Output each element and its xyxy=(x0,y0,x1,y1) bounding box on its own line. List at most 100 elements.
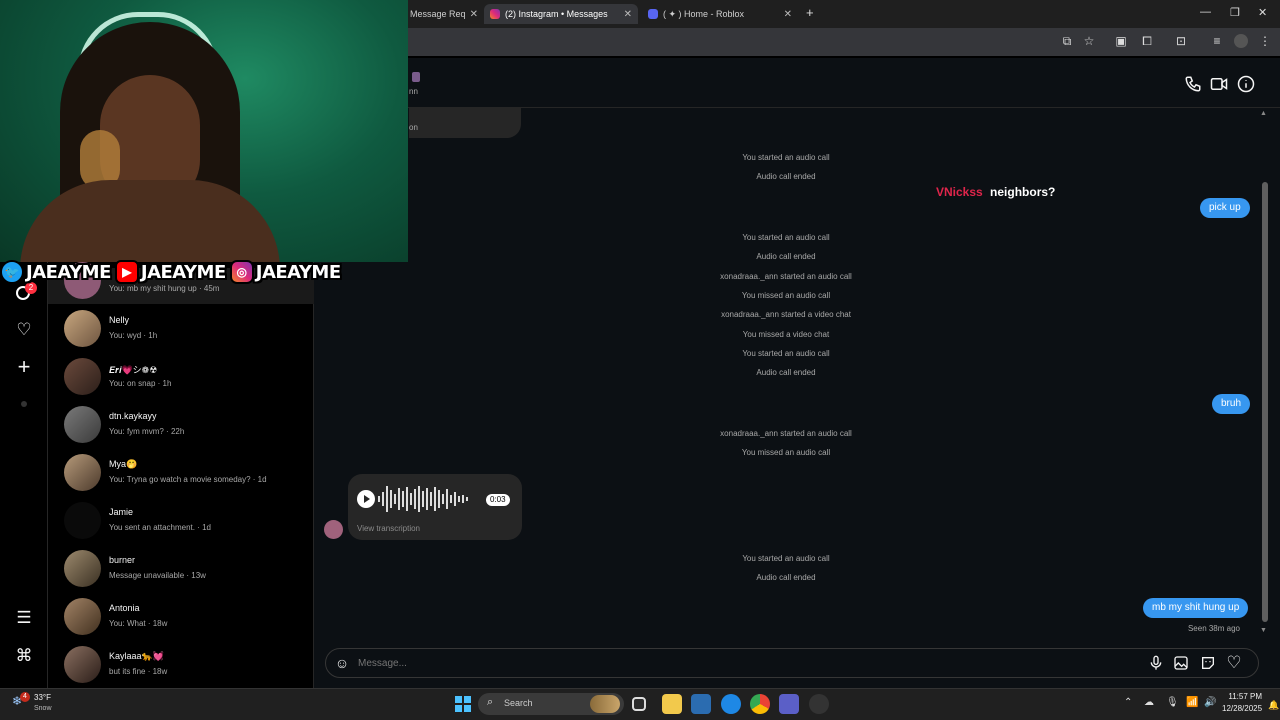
conversation-item[interactable]: Kaylaaa🐆💓 but its fine · 18w xyxy=(48,641,314,689)
heart-notifications-icon[interactable]: ♡ xyxy=(14,320,34,340)
social-tag-twitter: 🐦 JAEAYME xyxy=(0,260,111,284)
tab-roblox-home[interactable]: ( ✦ ) Home - Roblox ✕ xyxy=(642,4,798,24)
instagram-icon: ◎ xyxy=(229,260,254,284)
conversation-item[interactable]: Mya🤭 You: Tryna go watch a movie someday… xyxy=(48,449,314,497)
tab-instagram-messages[interactable]: (2) Instagram • Messages ✕ xyxy=(484,4,638,24)
conversation-item[interactable]: Nelly You: wyd · 1h xyxy=(48,305,314,353)
close-window-icon[interactable]: ✕ xyxy=(1258,6,1267,19)
tray-app-icon[interactable]: ☁ xyxy=(1144,697,1154,708)
close-tab-icon[interactable]: ✕ xyxy=(784,9,792,20)
teams-icon[interactable] xyxy=(779,694,799,714)
outlook-icon[interactable] xyxy=(721,694,741,714)
scrollbar-thumb[interactable] xyxy=(1262,182,1268,622)
thread-header-name[interactable]: nn xyxy=(409,87,418,96)
tab-message-requests[interactable]: Message Req ✕ xyxy=(404,4,484,24)
clock-date[interactable]: 12/28/2025 xyxy=(1222,704,1262,713)
system-message: Audio call ended xyxy=(756,252,816,261)
conversation-item[interactable]: Jamie You sent an attachment. · 1d xyxy=(48,497,314,545)
create-plus-icon[interactable]: + xyxy=(14,356,34,378)
conversation-preview: You: fym mvm? · 22h xyxy=(109,427,185,436)
system-message: xonadraaa._ann started an audio call xyxy=(720,429,852,438)
avatar xyxy=(64,502,101,539)
social-handles-bar: 🐦 JAEAYME ▶ JAEAYME ◎ JAEAYME xyxy=(0,258,345,286)
close-tab-icon[interactable]: ✕ xyxy=(624,9,632,20)
profile-avatar-small[interactable] xyxy=(21,401,27,407)
image-attach-icon[interactable] xyxy=(1173,655,1189,671)
roblox-favicon-icon xyxy=(648,9,658,19)
avatar xyxy=(64,358,101,395)
received-message-bubble[interactable]: on xyxy=(409,108,521,138)
wifi-icon[interactable]: 📶 xyxy=(1186,697,1198,708)
system-message: You missed an audio call xyxy=(741,448,831,457)
weather-desc[interactable]: Snow xyxy=(34,705,52,712)
conversation-name: Antonia xyxy=(109,603,140,613)
sent-message-bubble[interactable]: mb my shit hung up xyxy=(1143,598,1249,618)
file-explorer-icon[interactable] xyxy=(662,694,682,714)
system-message: Audio call ended xyxy=(756,172,816,181)
conversation-name: Mya🤭 xyxy=(109,459,138,469)
puzzle-extensions-icon[interactable]: ⧠ xyxy=(1140,34,1154,48)
conversation-item[interactable]: dtn.kaykayy You: fym mvm? · 22h xyxy=(48,401,314,449)
tab-label: (2) Instagram • Messages xyxy=(505,9,608,19)
weather-temp[interactable]: 33°F xyxy=(34,693,51,702)
conversation-preview: You: What · 18w xyxy=(109,619,168,628)
notification-center-icon[interactable]: 🔔 xyxy=(1268,700,1279,711)
extension-icon[interactable]: ▣ xyxy=(1114,34,1128,48)
video-call-icon[interactable] xyxy=(1210,75,1228,93)
conversation-name: burner xyxy=(109,555,136,565)
view-transcription-link[interactable]: View transcription xyxy=(357,524,420,533)
social-handle: JAEAYME xyxy=(140,261,226,283)
emoji-icon[interactable]: ☺ xyxy=(334,655,350,671)
tray-chevron-icon[interactable]: ⌃ xyxy=(1124,697,1132,708)
scroll-down-icon[interactable]: ▼ xyxy=(1260,627,1267,634)
scroll-up-icon[interactable]: ▲ xyxy=(1260,110,1267,117)
browser-menu-icon[interactable]: ⋮ xyxy=(1258,34,1272,48)
avatar xyxy=(64,646,101,683)
meta-apps-icon[interactable]: ⌘ xyxy=(14,646,34,666)
microphone-icon[interactable] xyxy=(1148,655,1164,671)
sent-message-bubble[interactable]: pick up xyxy=(1200,198,1250,218)
sent-message-bubble[interactable]: bruh xyxy=(1212,394,1251,414)
sticker-icon[interactable] xyxy=(1200,655,1216,671)
play-icon xyxy=(364,495,370,503)
conversation-item[interactable]: 𝑬𝒓𝒊💗シ❁☢ You: on snap · 1h xyxy=(48,353,314,401)
like-heart-icon[interactable]: ♡ xyxy=(1226,654,1242,671)
new-tab-icon[interactable]: + xyxy=(806,5,814,20)
bookmark-star-icon[interactable]: ☆ xyxy=(1082,34,1096,48)
sender-avatar[interactable] xyxy=(324,520,343,539)
header-avatar[interactable] xyxy=(412,72,420,82)
clock-time[interactable]: 11:57 PM xyxy=(1222,692,1262,701)
minimize-icon[interactable]: — xyxy=(1200,6,1211,18)
install-app-icon[interactable]: ⧉ xyxy=(1060,34,1074,48)
hamburger-menu-icon[interactable]: ☰ xyxy=(14,608,34,628)
system-message: You started an audio call xyxy=(742,153,830,162)
system-message: You started an audio call xyxy=(742,349,830,358)
obs-icon[interactable] xyxy=(809,694,829,714)
phone-call-icon[interactable] xyxy=(1184,75,1202,93)
chrome-icon[interactable] xyxy=(750,694,770,714)
volume-icon[interactable]: 🔊 xyxy=(1204,697,1216,708)
store-icon[interactable] xyxy=(691,694,711,714)
close-tab-icon[interactable]: ✕ xyxy=(470,9,478,20)
conversation-name: Jamie xyxy=(109,507,134,517)
cast-icon[interactable]: ⊡ xyxy=(1174,34,1188,48)
profile-avatar-icon[interactable] xyxy=(1234,34,1248,48)
youtube-icon: ▶ xyxy=(114,260,139,284)
voice-message: 0:03 View transcription xyxy=(348,474,522,540)
taskbar-search[interactable]: ⌕ Search xyxy=(478,693,624,715)
system-message: You missed an audio call xyxy=(741,291,831,300)
webcam-overlay xyxy=(0,0,408,262)
conversation-preview: You: Tryna go watch a movie someday? · 1… xyxy=(109,475,267,484)
conversation-preview: Message unavailable · 13w xyxy=(109,571,206,580)
reading-list-icon[interactable]: ≡ xyxy=(1210,34,1224,48)
tray-mic-icon[interactable]: 🎙 xyxy=(1166,697,1179,708)
conversation-item[interactable]: burner Message unavailable · 13w xyxy=(48,545,314,593)
maximize-icon[interactable]: ❐ xyxy=(1230,6,1240,19)
task-view-icon[interactable] xyxy=(632,697,646,711)
message-input[interactable] xyxy=(358,652,1128,674)
conversation-item[interactable]: Antonia You: What · 18w xyxy=(48,593,314,641)
play-button[interactable] xyxy=(357,490,375,508)
windows-start-icon[interactable] xyxy=(455,696,471,712)
avatar xyxy=(64,598,101,635)
conversation-info-icon[interactable] xyxy=(1237,75,1255,93)
